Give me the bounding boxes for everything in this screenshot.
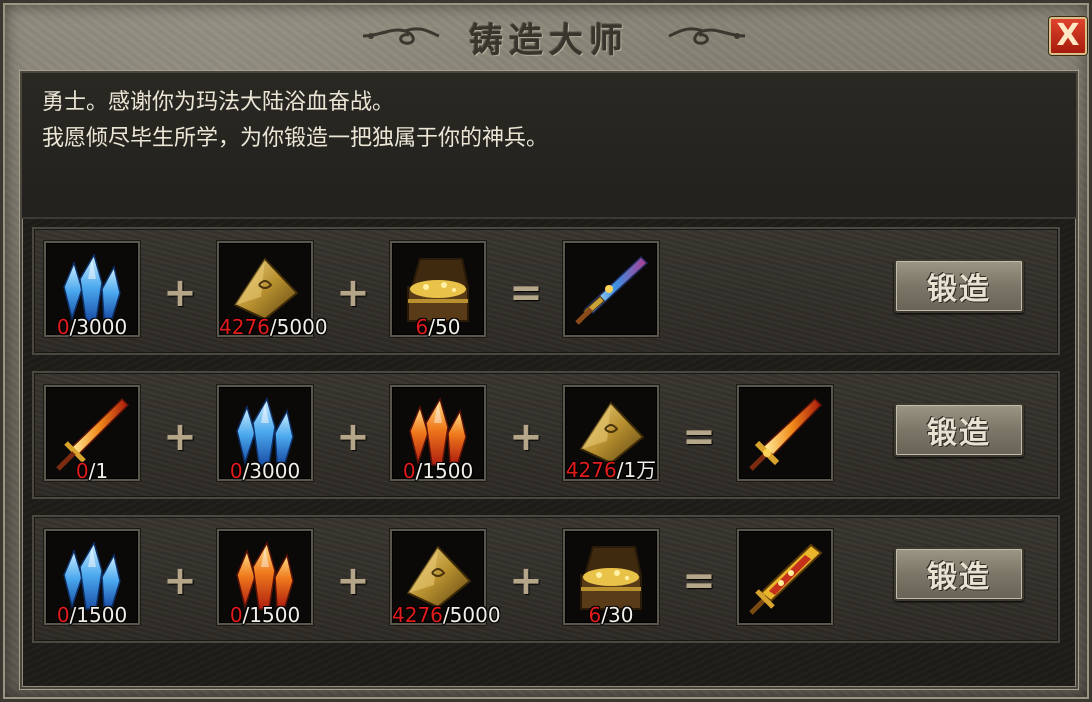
material-count: 6/50 <box>415 315 461 339</box>
material-slot-blue-crystal[interactable]: 0/1500 <box>44 529 140 627</box>
plus-sign: + <box>336 270 370 316</box>
plus-sign: + <box>163 414 197 460</box>
material-count: 4276/1万 <box>565 458 657 482</box>
flame-sword-icon <box>749 397 823 471</box>
equals-sign: = <box>682 558 716 604</box>
recipe-row-2: 0/1 + 0/3000 + 0/1500 + 4276/1万 = 锻造 <box>32 371 1060 499</box>
material-count: 0/1500 <box>229 603 301 627</box>
material-count: 0/1 <box>75 459 109 483</box>
result-slot-weapon[interactable] <box>563 241 659 337</box>
equals-sign: = <box>682 414 716 460</box>
material-slot-blue-crystal[interactable]: 0/3000 <box>44 241 140 339</box>
material-slot-fire-sword[interactable]: 0/1 <box>44 385 140 483</box>
material-count: 0/3000 <box>229 459 301 483</box>
title-bar[interactable]: 铸造大师 X <box>3 3 1092 69</box>
dialog-line-1: 勇士。感谢你为玛法大陆浴血奋战。 <box>42 90 395 115</box>
material-slot-gold-ingot[interactable]: 4276/5000 <box>217 241 328 339</box>
material-slot-red-crystal[interactable]: 0/1500 <box>390 385 486 483</box>
recipe-row-1: 0/3000 + 4276/5000 + 6/50 = 锻造 <box>32 227 1060 355</box>
material-count: 4276/5000 <box>392 603 501 627</box>
close-button[interactable]: X <box>1049 17 1087 55</box>
result-slot-weapon[interactable] <box>737 385 833 481</box>
window-title: 铸造大师 <box>469 21 629 61</box>
result-slot-weapon[interactable] <box>737 529 833 625</box>
close-icon: X <box>1056 18 1080 53</box>
material-count: 0/3000 <box>56 315 128 339</box>
material-count: 0/1500 <box>402 459 474 483</box>
material-slot-gold-ingot[interactable]: 4276/5000 <box>390 529 501 627</box>
plus-sign: + <box>509 558 543 604</box>
material-slot-treasure-chest[interactable]: 6/50 <box>390 241 486 339</box>
plus-sign: + <box>336 414 370 460</box>
material-slot-blue-crystal[interactable]: 0/3000 <box>217 385 313 483</box>
plus-sign: + <box>336 558 370 604</box>
main-panel: 勇士。感谢你为玛法大陆浴血奋战。 我愿倾尽毕生所学，为你锻造一把独属于你的神兵。… <box>20 71 1078 689</box>
npc-dialog: 勇士。感谢你为玛法大陆浴血奋战。 我愿倾尽毕生所学，为你锻造一把独属于你的神兵。 <box>22 73 1076 219</box>
equals-sign: = <box>509 270 543 316</box>
forge-button[interactable]: 锻造 <box>894 547 1024 601</box>
recipe-row-3: 0/1500 + 0/1500 + 4276/5000 + 6/30 = 锻造 <box>32 515 1060 643</box>
forge-button[interactable]: 锻造 <box>894 259 1024 313</box>
material-slot-red-crystal[interactable]: 0/1500 <box>217 529 313 627</box>
blue-sword-icon <box>575 255 649 325</box>
golden-sword-icon <box>749 543 823 615</box>
material-count: 4276/5000 <box>219 315 328 339</box>
dialog-line-2: 我愿倾尽毕生所学，为你锻造一把独属于你的神兵。 <box>42 126 549 151</box>
material-count: 6/30 <box>588 603 634 627</box>
material-slot-treasure-chest[interactable]: 6/30 <box>563 529 659 627</box>
plus-sign: + <box>163 270 197 316</box>
forge-master-window: 铸造大师 X 勇士。感谢你为玛法大陆浴血奋战。 我愿倾尽毕生所学，为你锻造一把独… <box>0 0 1092 702</box>
material-count: 0/1500 <box>56 603 128 627</box>
plus-sign: + <box>163 558 197 604</box>
material-slot-gold-ingot[interactable]: 4276/1万 <box>563 385 659 482</box>
title-ornament-right-icon <box>668 27 746 45</box>
forge-button[interactable]: 锻造 <box>894 403 1024 457</box>
plus-sign: + <box>509 414 543 460</box>
